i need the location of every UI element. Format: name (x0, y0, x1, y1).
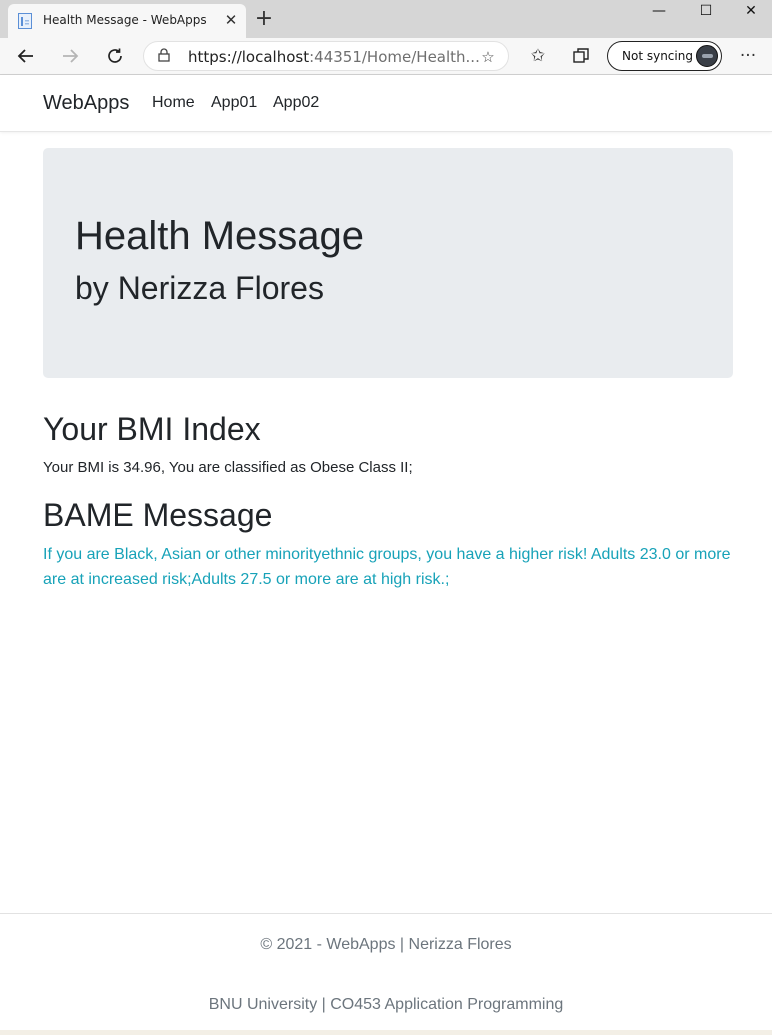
new-tab-icon[interactable]: + (252, 8, 276, 32)
bame-message: If you are Black, Asian or other minorit… (43, 546, 731, 588)
site-footer: © 2021 - WebApps | Nerizza Flores BNU Un… (0, 913, 772, 1035)
browser-tabstrip: Health Message - WebApps ✕ + — ☐ ✕ (0, 0, 772, 38)
tab-close-icon[interactable]: ✕ (221, 10, 241, 30)
footer-course: BNU University | CO453 Application Progr… (208, 996, 564, 1013)
profile-avatar (696, 45, 718, 67)
minimize-icon[interactable]: — (636, 0, 682, 22)
nav-link-home[interactable]: Home (152, 94, 195, 112)
page-favicon-icon (18, 13, 32, 29)
bmi-message: Your BMI is 34.96, You are classified as… (43, 459, 413, 476)
browser-tab[interactable]: Health Message - WebApps ✕ (8, 4, 246, 38)
collections-icon[interactable] (567, 42, 595, 70)
more-menu-icon[interactable]: ··· (734, 42, 762, 70)
site-navbar: WebApps Home App01 App02 (0, 75, 772, 132)
sync-status-label: Not syncing (622, 49, 693, 63)
footer-copyright: © 2021 - WebApps | Nerizza Flores (260, 936, 512, 953)
url-text[interactable]: https://localhost:44351/Home/Health... (188, 48, 480, 66)
url-path: :44351/Home/Health... (309, 48, 480, 66)
nav-link-app01[interactable]: App01 (211, 94, 257, 112)
page-title: Health Message (75, 214, 365, 258)
taskbar-edge (0, 1030, 772, 1035)
page-subtitle: by Nerizza Flores (75, 270, 324, 306)
address-bar[interactable]: https://localhost:44351/Home/Health... ☆ (143, 41, 509, 71)
maximize-icon[interactable]: ☐ (683, 0, 729, 22)
favorites-icon[interactable]: ✩ (524, 42, 552, 70)
navbar-brand[interactable]: WebApps (43, 92, 129, 115)
nav-link-app02[interactable]: App02 (273, 94, 319, 112)
lock-icon[interactable] (156, 48, 172, 64)
bmi-heading: Your BMI Index (43, 411, 261, 447)
url-host: https://localhost (188, 48, 310, 66)
add-favorite-icon[interactable]: ☆ (478, 47, 498, 67)
back-arrow-icon[interactable] (12, 42, 40, 70)
window-close-icon[interactable]: ✕ (728, 0, 772, 22)
forward-arrow-icon[interactable] (56, 42, 84, 70)
jumbotron: Health Message by Nerizza Flores (43, 148, 733, 378)
profile-sync-button[interactable]: Not syncing (607, 41, 722, 71)
bame-heading: BAME Message (43, 497, 273, 533)
tab-title: Health Message - WebApps (43, 13, 207, 27)
refresh-icon[interactable] (101, 42, 129, 70)
browser-toolbar: https://localhost:44351/Home/Health... ☆… (0, 38, 772, 75)
